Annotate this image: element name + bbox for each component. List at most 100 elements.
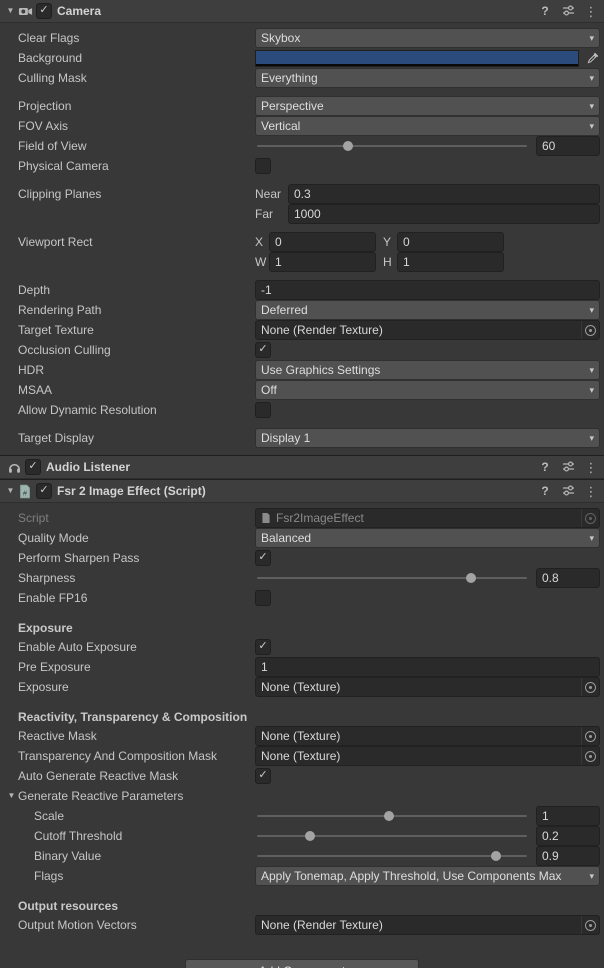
- slider-knob[interactable]: [305, 831, 315, 841]
- field-of-view-input[interactable]: 60: [536, 136, 600, 156]
- property-label: Auto Generate Reactive Mask: [18, 769, 255, 783]
- sharpness-input[interactable]: 0.8: [536, 568, 600, 588]
- output-motion-vectors-object-field[interactable]: None (Render Texture): [255, 915, 600, 935]
- property-label: Clear Flags: [18, 31, 255, 45]
- add-component-button[interactable]: Add Component: [185, 959, 419, 968]
- foldout-open-icon[interactable]: ▼: [5, 792, 18, 800]
- sharpness-slider[interactable]: [255, 569, 529, 587]
- presets-icon[interactable]: [561, 484, 575, 499]
- audio-listener-component-header[interactable]: ✓ Audio Listener ? ⋮: [0, 455, 604, 479]
- enable-fp16-checkbox[interactable]: [255, 590, 271, 606]
- auto-generate-reactive-mask-checkbox[interactable]: ✓: [255, 768, 271, 784]
- property-row-projection: Projection Perspective ▾: [0, 96, 604, 116]
- target-display-dropdown[interactable]: Display 1 ▾: [255, 428, 600, 448]
- eyedropper-icon[interactable]: [584, 50, 600, 66]
- depth-input[interactable]: -1: [255, 280, 600, 300]
- w-sublabel: W: [255, 255, 264, 269]
- check-icon: ✓: [258, 770, 267, 781]
- culling-mask-dropdown[interactable]: Everything ▾: [255, 68, 600, 88]
- foldout-label[interactable]: Generate Reactive Parameters: [18, 789, 183, 803]
- kebab-menu-icon[interactable]: ⋮: [584, 485, 598, 498]
- property-label: Exposure: [18, 680, 255, 694]
- fsr2-enabled-checkbox[interactable]: ✓: [36, 483, 52, 499]
- property-row-sharpness: Sharpness 0.8: [0, 568, 604, 588]
- property-row-cutoff-threshold: Cutoff Threshold 0.2: [0, 826, 604, 846]
- property-row-clipping-planes-near: Clipping Planes Near 0.3: [0, 184, 604, 204]
- object-picker-icon[interactable]: [581, 747, 599, 765]
- alpha-strip: [256, 64, 578, 66]
- property-row-transparency-mask: Transparency And Composition Mask None (…: [0, 746, 604, 766]
- scale-slider[interactable]: [255, 807, 529, 825]
- property-row-allow-dynamic-resolution: Allow Dynamic Resolution: [0, 400, 604, 420]
- fsr2-component-body: Script Fsr2ImageEffect Quality Mode Bala…: [0, 503, 604, 942]
- property-label: HDR: [18, 363, 255, 377]
- audio-listener-enabled-checkbox[interactable]: ✓: [25, 459, 41, 475]
- kebab-menu-icon[interactable]: ⋮: [584, 461, 598, 474]
- projection-dropdown[interactable]: Perspective ▾: [255, 96, 600, 116]
- help-icon[interactable]: ?: [538, 461, 552, 473]
- property-row-background: Background: [0, 48, 604, 68]
- property-row-scale: Scale 1: [0, 806, 604, 826]
- presets-icon[interactable]: [561, 4, 575, 19]
- camera-component-header[interactable]: ▼ ✓ Camera ? ⋮: [0, 0, 604, 23]
- inspector-footer: Add Component: [0, 959, 604, 968]
- transparency-mask-object-field[interactable]: None (Texture): [255, 746, 600, 766]
- property-row-exposure: Exposure None (Texture): [0, 677, 604, 697]
- fsr2-component-header[interactable]: ▼ # ✓ Fsr 2 Image Effect (Script) ? ⋮: [0, 479, 604, 503]
- physical-camera-checkbox[interactable]: [255, 158, 271, 174]
- allow-dynamic-resolution-checkbox[interactable]: [255, 402, 271, 418]
- property-row-enable-auto-exposure: Enable Auto Exposure ✓: [0, 637, 604, 657]
- property-row-clear-flags: Clear Flags Skybox ▾: [0, 28, 604, 48]
- cutoff-threshold-input[interactable]: 0.2: [536, 826, 600, 846]
- slider-knob[interactable]: [491, 851, 501, 861]
- kebab-menu-icon[interactable]: ⋮: [584, 5, 598, 18]
- property-label: Reactive Mask: [18, 729, 255, 743]
- section-header-exposure: Exposure: [0, 616, 604, 637]
- rendering-path-dropdown[interactable]: Deferred ▾: [255, 300, 600, 320]
- camera-enabled-checkbox[interactable]: ✓: [36, 3, 52, 19]
- target-texture-object-field[interactable]: None (Render Texture): [255, 320, 600, 340]
- viewport-w-input[interactable]: 1: [269, 252, 376, 272]
- viewport-y-input[interactable]: 0: [397, 232, 504, 252]
- perform-sharpen-pass-checkbox[interactable]: ✓: [255, 550, 271, 566]
- field-of-view-slider[interactable]: [255, 137, 529, 155]
- pre-exposure-input[interactable]: 1: [255, 657, 600, 677]
- hdr-dropdown[interactable]: Use Graphics Settings ▾: [255, 360, 600, 380]
- background-color-swatch[interactable]: [255, 50, 579, 67]
- foldout-open-icon[interactable]: ▼: [4, 487, 17, 495]
- property-label: Quality Mode: [18, 531, 255, 545]
- enable-auto-exposure-checkbox[interactable]: ✓: [255, 639, 271, 655]
- clipping-near-input[interactable]: 0.3: [288, 184, 600, 204]
- slider-knob[interactable]: [466, 573, 476, 583]
- slider-knob[interactable]: [384, 811, 394, 821]
- object-picker-icon[interactable]: [581, 321, 599, 339]
- help-icon[interactable]: ?: [538, 5, 552, 17]
- clipping-far-input[interactable]: 1000: [288, 204, 600, 224]
- object-picker-icon[interactable]: [581, 916, 599, 934]
- binary-value-slider[interactable]: [255, 847, 529, 865]
- flags-dropdown[interactable]: Apply Tonemap, Apply Threshold, Use Comp…: [255, 866, 600, 886]
- cutoff-threshold-slider[interactable]: [255, 827, 529, 845]
- script-icon: #: [17, 483, 33, 499]
- binary-value-input[interactable]: 0.9: [536, 846, 600, 866]
- help-icon[interactable]: ?: [538, 485, 552, 497]
- object-picker-icon[interactable]: [581, 678, 599, 696]
- viewport-h-input[interactable]: 1: [397, 252, 504, 272]
- quality-mode-dropdown[interactable]: Balanced ▾: [255, 528, 600, 548]
- msaa-dropdown[interactable]: Off ▾: [255, 380, 600, 400]
- viewport-x-input[interactable]: 0: [269, 232, 376, 252]
- fsr2-component-title: Fsr 2 Image Effect (Script): [57, 484, 206, 498]
- slider-track: [257, 835, 527, 837]
- fov-axis-dropdown[interactable]: Vertical ▾: [255, 116, 600, 136]
- occlusion-culling-checkbox[interactable]: ✓: [255, 342, 271, 358]
- object-picker-icon[interactable]: [581, 727, 599, 745]
- foldout-open-icon[interactable]: ▼: [4, 7, 17, 15]
- property-row-auto-generate-reactive-mask: Auto Generate Reactive Mask ✓: [0, 766, 604, 786]
- reactive-mask-object-field[interactable]: None (Texture): [255, 726, 600, 746]
- scale-input[interactable]: 1: [536, 806, 600, 826]
- slider-knob[interactable]: [343, 141, 353, 151]
- presets-icon[interactable]: [561, 460, 575, 475]
- slider-track: [257, 145, 527, 147]
- exposure-object-field[interactable]: None (Texture): [255, 677, 600, 697]
- clear-flags-dropdown[interactable]: Skybox ▾: [255, 28, 600, 48]
